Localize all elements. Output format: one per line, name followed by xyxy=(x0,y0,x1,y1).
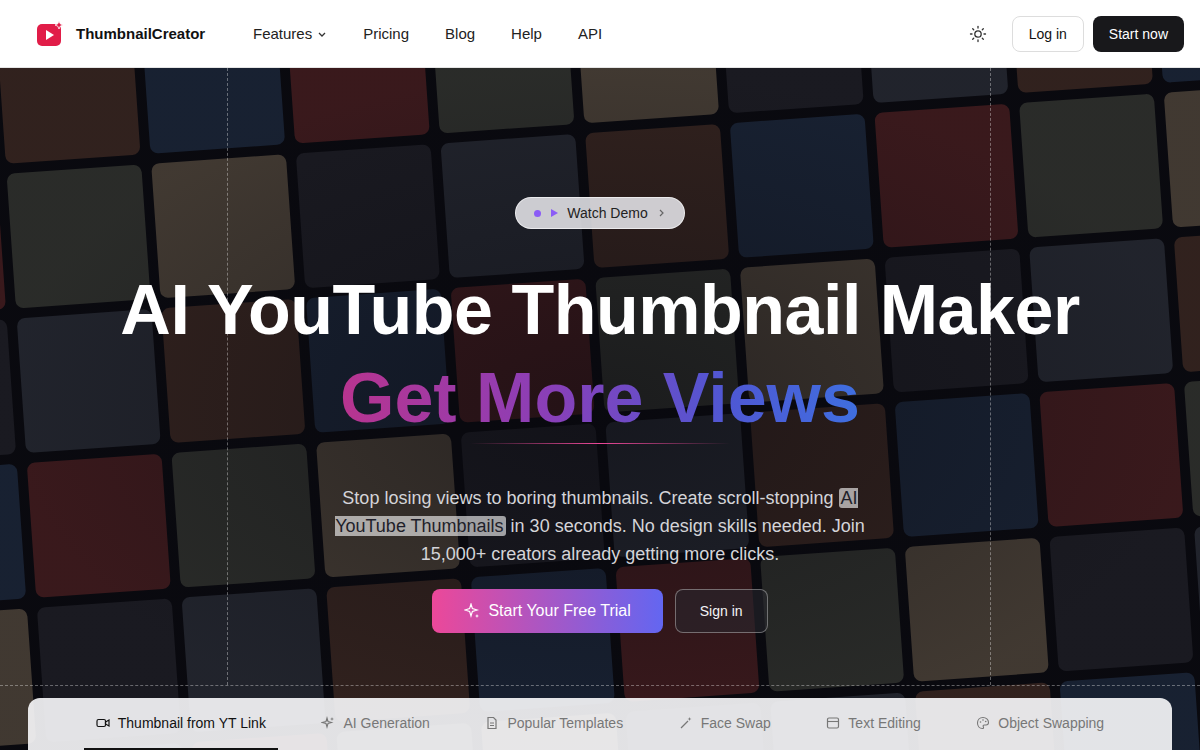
feature-tab[interactable]: Face Swap xyxy=(667,698,783,750)
sun-icon[interactable] xyxy=(969,25,987,43)
feature-tab[interactable]: Object Swapping xyxy=(964,698,1116,750)
feature-tabs: Thumbnail from YT Link AI Generation Popul… xyxy=(28,698,1172,750)
landing-page: ThumbnailCreator Features Pricing Blog Help A… xyxy=(0,0,1200,750)
logo-icon xyxy=(36,20,64,48)
feature-tab[interactable]: AI Generation xyxy=(309,698,441,750)
play-icon xyxy=(549,208,559,218)
sparkles-icon xyxy=(321,716,335,730)
start-now-button[interactable]: Start now xyxy=(1093,16,1184,52)
brand-name: ThumbnailCreator xyxy=(76,25,205,42)
guide-line xyxy=(990,68,991,685)
guide-line xyxy=(0,685,1200,686)
hero-content: Watch Demo AI YouTube Thumbnail MakerGet … xyxy=(120,68,1079,633)
nav-item[interactable]: API xyxy=(578,25,602,42)
guide-line xyxy=(227,68,228,685)
hero: Watch Demo AI YouTube Thumbnail MakerGet … xyxy=(0,68,1200,750)
chevron-down-icon xyxy=(317,29,327,39)
top-nav: ThumbnailCreator Features Pricing Blog Help A… xyxy=(0,0,1200,68)
feature-tab[interactable]: Thumbnail from YT Link xyxy=(84,698,278,750)
sign-in-button[interactable]: Sign in xyxy=(675,589,768,633)
highlight-underline xyxy=(470,443,730,444)
nav-item[interactable]: Pricing xyxy=(363,25,409,42)
watch-demo-button[interactable]: Watch Demo xyxy=(515,197,684,229)
nav-item[interactable]: Blog xyxy=(445,25,475,42)
feature-tab[interactable]: Popular Templates xyxy=(473,698,635,750)
document-icon xyxy=(485,716,499,730)
nav-actions: Log inStart now xyxy=(969,16,1184,52)
login-button[interactable]: Log in xyxy=(1012,16,1084,52)
hero-actions: Start Your Free Trial Sign in xyxy=(432,589,767,633)
palette-icon xyxy=(976,716,990,730)
free-trial-button[interactable]: Start Your Free Trial xyxy=(432,589,662,633)
chevron-right-icon xyxy=(656,208,666,218)
hero-highlight: Get More Views xyxy=(340,358,860,438)
hero-title: AI YouTube Thumbnail Maker xyxy=(120,270,1079,350)
hero-description: Stop losing views to boring thumbnails. … xyxy=(330,484,870,568)
nav-item[interactable]: Features xyxy=(253,25,327,42)
sparkle-icon xyxy=(464,603,480,619)
wand-icon xyxy=(679,716,693,730)
highlighted-text: AI YouTube Thumbnails xyxy=(335,488,857,536)
layout-icon xyxy=(826,716,840,730)
brand[interactable]: ThumbnailCreator xyxy=(36,20,253,48)
status-dot xyxy=(534,210,541,217)
feature-tab[interactable]: Text Editing xyxy=(814,698,932,750)
nav-menu: Features Pricing Blog Help API xyxy=(253,25,602,42)
video-icon xyxy=(96,716,110,730)
nav-item[interactable]: Help xyxy=(511,25,542,42)
